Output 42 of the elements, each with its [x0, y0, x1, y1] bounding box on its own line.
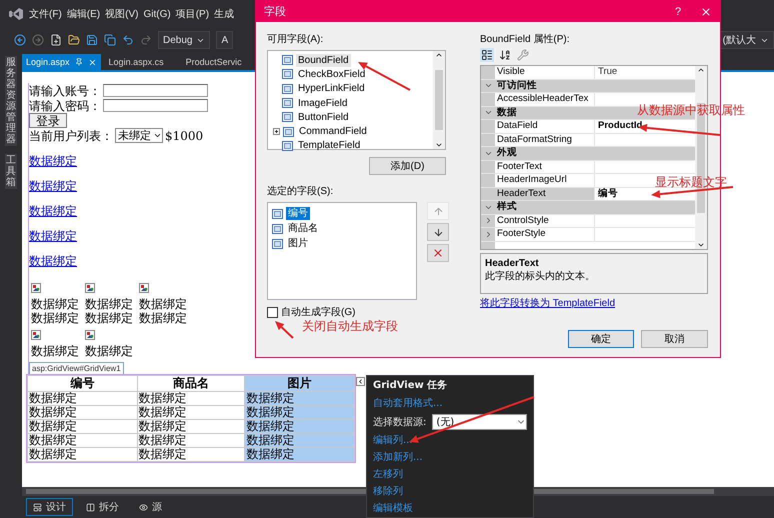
account-label: 请输入账号： [29, 84, 101, 98]
annotation-text: 关闭自动生成字段 [302, 319, 398, 333]
data-item-text: 数据绑定 [31, 311, 79, 325]
table-cell: 数据绑定 [28, 406, 138, 420]
table-cell: 数据绑定 [137, 420, 245, 434]
selected-fields-label: 选定的字段(S): [267, 186, 334, 198]
available-fields-label: 可用字段(A): [267, 34, 324, 46]
table-cell: 数据绑定 [244, 448, 354, 462]
table-cell: 数据绑定 [28, 392, 138, 406]
amount-text: $1000 [165, 128, 204, 142]
category-name: 样式 [496, 201, 518, 214]
data-item-text: 数据绑定 [31, 344, 79, 358]
data-item-text: 数据绑定 [85, 297, 133, 311]
table-cell: 数据绑定 [137, 448, 245, 462]
table-cell: 数据绑定 [244, 434, 354, 448]
table-cell: 数据绑定 [244, 392, 354, 406]
data-item-text: 数据绑定 [139, 297, 187, 311]
dialog-title: 字段 [264, 4, 287, 19]
table-cell: 数据绑定 [28, 420, 138, 434]
user-list-label: 当前用户列表： [29, 128, 113, 142]
data-item-text: 数据绑定 [85, 344, 133, 358]
category-name: 可访问性 [496, 80, 538, 92]
category-name: 外观 [496, 147, 518, 160]
data-item-text: 数据绑定 [139, 311, 187, 325]
password-label: 请输入密码： [29, 98, 101, 112]
table-cell: 数据绑定 [137, 406, 245, 420]
description-text: 此字段的标头内的文本。 [485, 270, 596, 283]
data-item-text: 数据绑定 [31, 297, 79, 311]
table-cell: 数据绑定 [28, 434, 138, 448]
table-cell: 数据绑定 [244, 406, 354, 420]
description-title: HeaderText [485, 257, 540, 270]
table-cell: 数据绑定 [244, 420, 354, 434]
table-cell: 数据绑定 [137, 392, 245, 406]
properties-label: BoundField 属性(P): [480, 34, 570, 46]
data-item-text: 数据绑定 [85, 311, 133, 325]
category-name: 数据 [496, 106, 518, 119]
gridview-tag: asp:GridView#GridView1 [29, 362, 124, 375]
data-source-label: 选择数据源: [373, 416, 426, 429]
table-cell: 数据绑定 [137, 434, 245, 448]
tasks-title: GridView 任务 [373, 379, 448, 393]
auto-generate-label: 自动生成字段(G) [281, 306, 356, 319]
table-cell: 数据绑定 [28, 448, 138, 462]
